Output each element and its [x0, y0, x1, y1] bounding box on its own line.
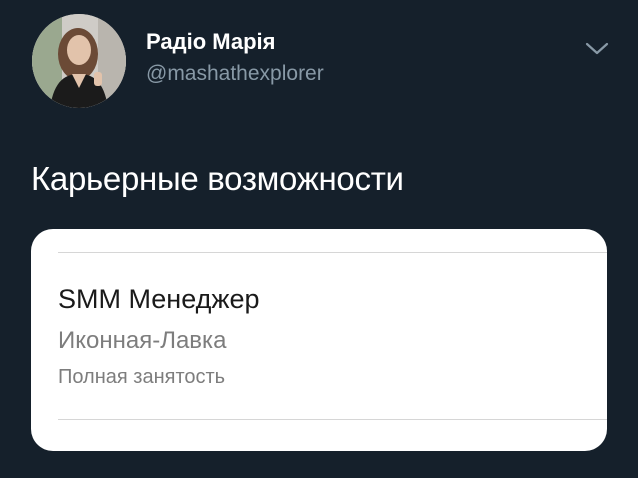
chevron-down-icon[interactable]	[583, 38, 611, 58]
card-divider-bottom	[58, 419, 607, 420]
avatar-photo-icon	[32, 14, 126, 108]
author-display-name[interactable]: Радіо Марія	[146, 29, 275, 55]
author-handle[interactable]: @mashathexplorer	[146, 62, 324, 86]
job-employment-type: Полная занятость	[58, 366, 226, 388]
tweet-text: Карьерные возможности	[31, 160, 404, 197]
card-divider-top	[58, 252, 607, 253]
job-company: Иконная-Лавка	[58, 327, 227, 354]
job-title: SMM Менеджер	[58, 284, 260, 314]
job-card[interactable]: SMM Менеджер Иконная-Лавка Полная занято…	[31, 229, 607, 451]
avatar[interactable]	[32, 14, 126, 108]
